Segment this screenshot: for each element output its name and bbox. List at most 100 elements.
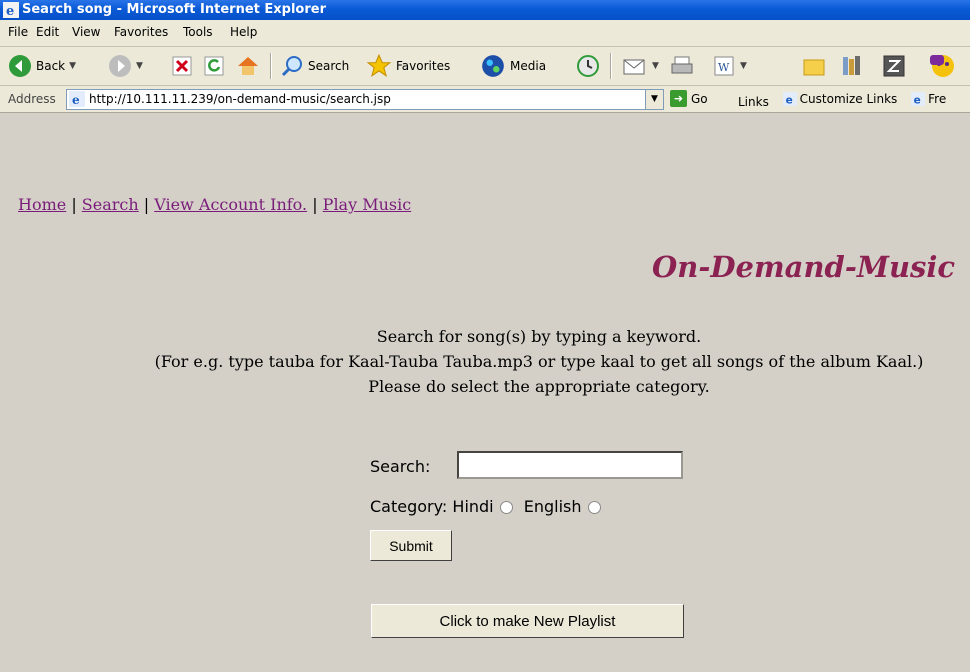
category-label: Category: <box>370 497 448 516</box>
stop-icon <box>172 56 192 76</box>
favorites-label: Favorites <box>396 59 451 73</box>
back-dropdown-icon[interactable]: ▼ <box>69 61 76 71</box>
library-icon <box>843 56 860 75</box>
mail-dropdown-icon[interactable]: ▼ <box>652 61 659 71</box>
nav-separator: | <box>138 195 155 214</box>
address-url: http://10.111.11.239/on-demand-music/sea… <box>89 92 391 106</box>
home-button[interactable] <box>236 52 260 80</box>
link-page-icon: e <box>782 92 797 106</box>
address-bar: Address e http://10.111.11.239/on-demand… <box>0 86 970 113</box>
nav-home-link[interactable]: Home <box>18 195 66 214</box>
ie-icon: e <box>3 2 19 18</box>
svg-text:e: e <box>785 94 792 106</box>
forward-button[interactable]: ▼ <box>108 52 143 80</box>
free-link[interactable]: e Fre <box>911 92 946 106</box>
library-button[interactable] <box>840 52 864 80</box>
folder-icon <box>803 59 825 76</box>
nav-account-link[interactable]: View Account Info. <box>154 195 307 214</box>
menu-help[interactable]: Help <box>230 25 257 39</box>
search-input[interactable] <box>457 451 683 479</box>
site-brand: On-Demand-Music <box>652 250 956 284</box>
forward-dropdown-icon[interactable]: ▼ <box>136 61 143 71</box>
home-icon <box>238 57 258 75</box>
print-icon <box>671 56 693 74</box>
history-button[interactable] <box>576 52 600 80</box>
hindi-radio[interactable] <box>499 501 513 514</box>
menu-favorites[interactable]: Favorites <box>114 25 168 39</box>
hindi-label: Hindi <box>452 497 494 516</box>
submit-button[interactable]: Submit <box>370 530 452 561</box>
messenger-button[interactable] <box>928 52 958 80</box>
back-label: Back <box>36 59 66 73</box>
research-icon <box>883 55 905 77</box>
site-nav: Home | Search | View Account Info. | Pla… <box>18 195 411 214</box>
customize-links-label: Customize Links <box>799 92 898 106</box>
page-icon: e <box>69 91 85 107</box>
free-link-label: Fre <box>928 92 947 106</box>
go-arrow-icon: ➜ <box>670 90 687 107</box>
links-label[interactable]: Links <box>738 95 769 109</box>
print-button[interactable] <box>670 52 694 80</box>
links-text: Links <box>738 95 769 109</box>
forward-icon <box>109 55 131 77</box>
research-button[interactable] <box>882 52 906 80</box>
edit-button[interactable]: W ▼ <box>712 52 747 80</box>
search-label: Search: <box>370 457 431 476</box>
new-playlist-button[interactable]: Click to make New Playlist <box>371 604 684 638</box>
nav-play-link[interactable]: Play Music <box>323 195 412 214</box>
word-icon: W <box>714 56 734 76</box>
nav-separator: | <box>66 195 82 214</box>
star-icon <box>366 53 392 78</box>
menu-bar: File Edit View Favorites Tools Help <box>0 20 970 47</box>
link-page-icon: e <box>911 92 926 106</box>
search-icon <box>281 56 302 77</box>
go-label: Go <box>691 91 708 106</box>
address-input[interactable]: e http://10.111.11.239/on-demand-music/s… <box>66 89 664 110</box>
media-button[interactable]: Media <box>480 52 546 80</box>
media-label: Media <box>510 59 547 73</box>
instructions: Search for song(s) by typing a keyword. … <box>0 324 970 399</box>
svg-text:e: e <box>72 93 80 107</box>
refresh-icon <box>204 56 224 76</box>
toolbar-separator <box>270 53 272 79</box>
customize-links-link[interactable]: e Customize Links <box>782 92 898 106</box>
menu-edit[interactable]: Edit <box>36 25 59 39</box>
category-row: Category: Hindi English <box>370 497 601 516</box>
english-label: English <box>523 497 582 516</box>
mail-button[interactable]: ▼ <box>622 52 659 80</box>
instruction-line: (For e.g. type tauba for Kaal-Tauba Taub… <box>154 352 924 371</box>
toolbar-separator <box>610 53 612 79</box>
nav-separator: | <box>307 195 323 214</box>
search-button[interactable]: Search <box>280 52 349 80</box>
instruction-line: Please do select the appropriate categor… <box>368 377 710 396</box>
go-button[interactable]: ➜ Go <box>670 90 708 107</box>
links-bar: Links e Customize Links e Fre <box>738 92 956 109</box>
media-icon <box>482 55 504 77</box>
mail-icon <box>623 59 645 75</box>
svg-text:e: e <box>914 94 921 106</box>
svg-text:W: W <box>718 61 730 74</box>
back-icon <box>9 55 31 77</box>
menu-view[interactable]: View <box>72 25 100 39</box>
history-icon <box>577 55 599 77</box>
address-label: Address <box>8 92 56 106</box>
folder-button[interactable] <box>802 52 826 80</box>
stop-button[interactable] <box>172 52 192 80</box>
menu-tools[interactable]: Tools <box>183 25 213 39</box>
favorites-button[interactable]: Favorites <box>366 52 450 80</box>
refresh-button[interactable] <box>204 52 224 80</box>
messenger-icon <box>930 55 954 77</box>
nav-search-link[interactable]: Search <box>82 195 139 214</box>
instruction-line: Search for song(s) by typing a keyword. <box>376 327 702 346</box>
edit-dropdown-icon[interactable]: ▼ <box>740 61 747 71</box>
english-radio[interactable] <box>587 501 601 514</box>
title-bar: e Search song - Microsoft Internet Explo… <box>0 0 970 20</box>
page-content: Home | Search | View Account Info. | Pla… <box>0 113 970 672</box>
back-button[interactable]: Back ▼ <box>8 52 76 80</box>
address-dropdown-icon[interactable]: ▼ <box>645 90 663 109</box>
toolbar: Back ▼ ▼ Search Favorites Media ▼ W ▼ <box>0 47 970 86</box>
menu-file[interactable]: File <box>8 25 28 39</box>
window-title: Search song - Microsoft Internet Explore… <box>22 2 326 17</box>
svg-text:e: e <box>6 4 14 18</box>
search-label: Search <box>308 59 350 73</box>
